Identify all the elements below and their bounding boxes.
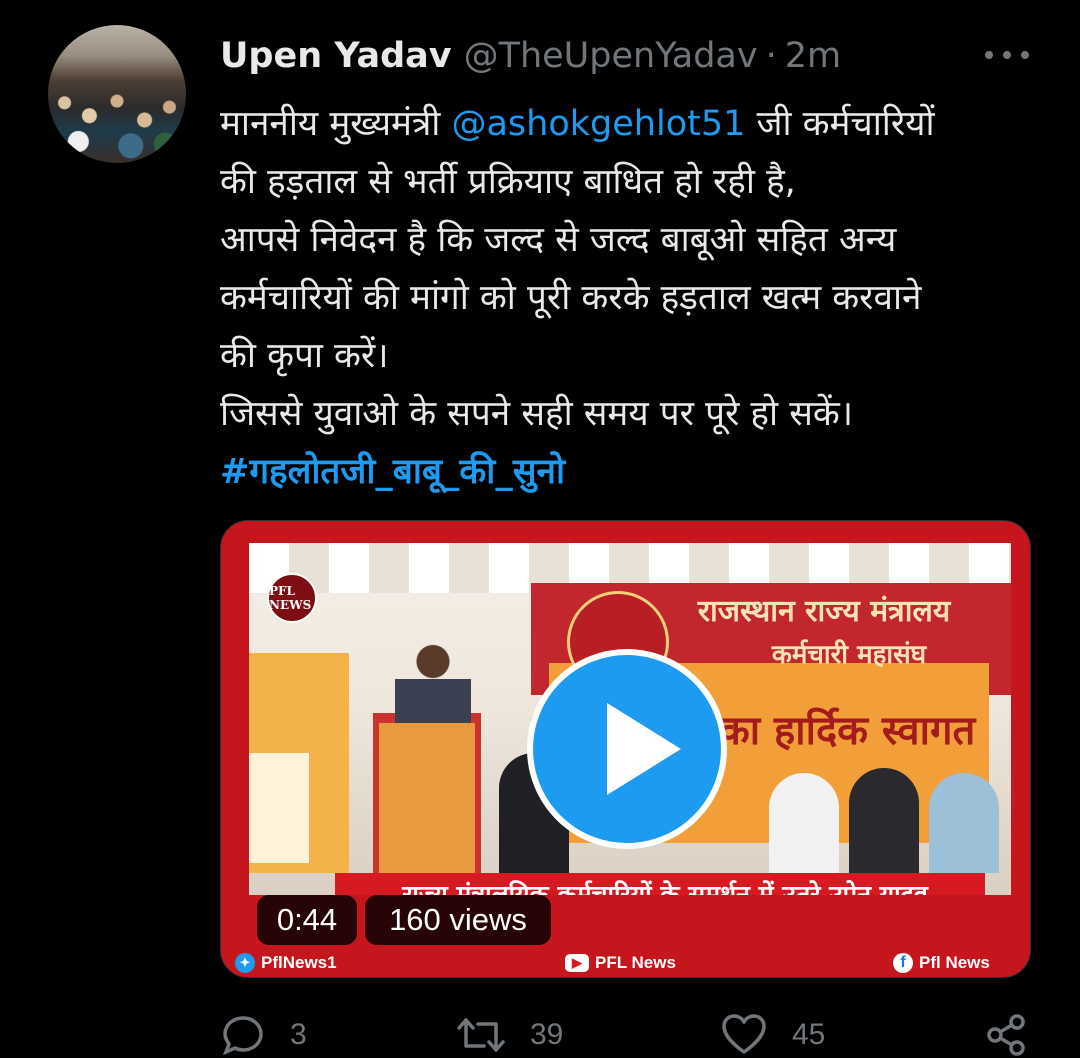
play-button[interactable] [527,649,727,849]
hashtag-link[interactable]: #गहलोतजी_बाबू_की_सुनो [220,443,1050,501]
tweet-text-segment: माननीय मुख्यमंत्री [220,104,452,144]
seated-person [849,768,919,873]
footer-twitter-label: PflNews1 [261,953,337,972]
video-caption: राज्य मंत्रालयिक कर्मचारियों के समर्थन म… [402,880,928,895]
banner-subtitle: कर्मचारी महासंघ [771,640,927,670]
tweet-text-segment: जी कर्मचारियों [745,104,935,144]
retweet-button[interactable]: 39 [456,1012,563,1058]
reply-count: 3 [290,1018,307,1051]
speaker-figure [395,641,471,723]
like-count: 45 [792,1018,826,1051]
tweet-actions: 3 39 45 [220,1012,1040,1058]
seated-person [769,773,839,873]
more-dot [985,51,993,59]
separator-dot: · [765,36,777,76]
video-player[interactable]: राजस्थान राज्य मंत्रालय कर्मचारी महासंघ … [220,520,1031,978]
more-options-icon[interactable] [985,40,1029,70]
tweet-line: कर्मचारियों की मांगो को पूरी करके हड़ताल… [220,278,922,318]
facebook-icon: f [893,953,913,973]
side-banner-panel [249,753,309,863]
footer-facebook-label: Pfl News [919,953,990,972]
footer-facebook: f Pfl News [893,951,990,975]
pfl-news-logo: PFL NEWS [267,573,317,623]
footer-twitter: ✦ PflNews1 [235,951,337,975]
podium-panel [379,723,475,873]
reply-icon [222,1016,263,1056]
like-button[interactable]: 45 [720,1012,825,1058]
mention-link[interactable]: @ashokgehlot51 [451,104,745,144]
avatar[interactable] [48,25,186,163]
user-handle[interactable]: @TheUpenYadav [464,36,758,76]
display-name[interactable]: Upen Yadav [220,36,452,76]
banner-welcome: का हार्दिक स्वागत [719,707,976,754]
footer-youtube-label: PFL News [595,953,676,972]
tweet-line: की हड़ताल से भर्ती प्रक्रियाए बाधित हो र… [220,162,796,202]
youtube-icon: ▶ [565,954,589,972]
twitter-bird-icon: ✦ [235,953,255,973]
more-dot [1003,51,1011,59]
view-count: 160 views [365,895,551,945]
tweet-text: माननीय मुख्यमंत्री @ashokgehlot51 जी कर्… [220,95,1050,501]
tweet-line: आपसे निवेदन है कि जल्द से जल्द बाबूओ सहि… [220,220,897,260]
video-duration: 0:44 [257,895,357,945]
banner-title: राजस्थान राज्य मंत्रालय [697,594,951,629]
retweet-icon [457,1018,505,1052]
play-icon [607,703,681,795]
timestamp[interactable]: 2m [785,36,841,76]
tweet-header: Upen Yadav @TheUpenYadav · 2m [220,30,1030,82]
tweet-line: जिससे युवाओ के सपने सही समय पर पूरे हो स… [220,394,854,434]
tweet-line: की कृपा करें। [220,336,389,376]
avatar-photo [48,77,186,163]
tweet-line: माननीय मुख्यमंत्री @ashokgehlot51 जी कर्… [220,95,1050,153]
share-icon [987,1014,1025,1056]
seated-person [929,773,999,873]
reply-button[interactable]: 3 [220,1012,307,1058]
retweet-count: 39 [530,1018,564,1051]
heart-icon [722,1014,766,1054]
share-button[interactable] [984,1012,1028,1058]
more-dot [1021,51,1029,59]
footer-youtube: ▶ PFL News [565,951,676,975]
